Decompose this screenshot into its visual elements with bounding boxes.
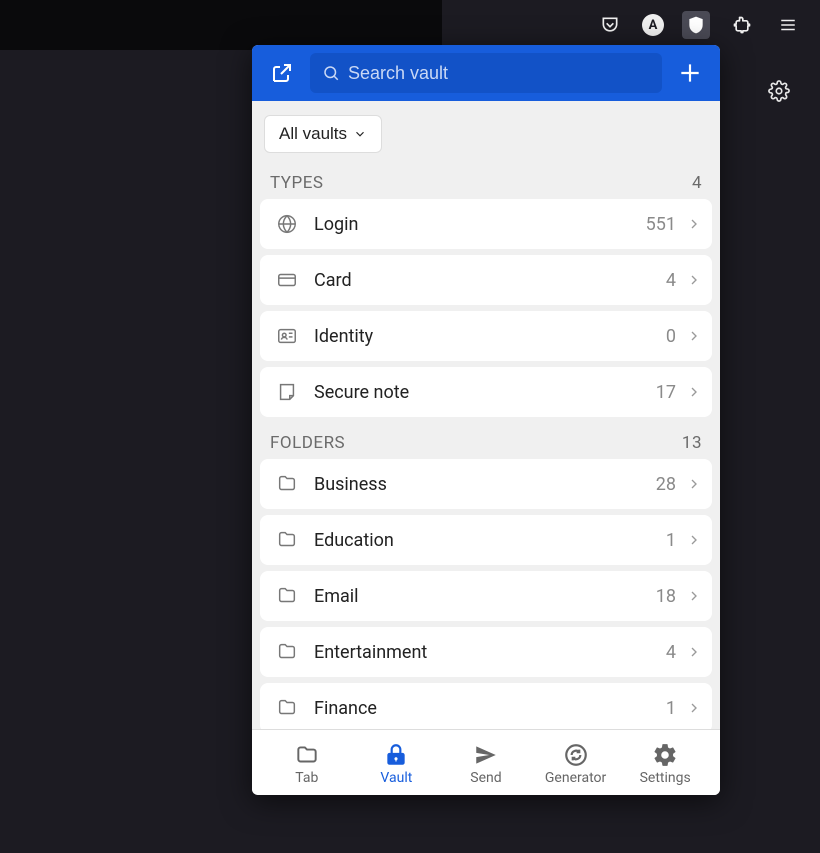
- folders-header-label: FOLDERS: [270, 433, 345, 453]
- nav-label: Tab: [295, 770, 318, 786]
- types-section-header: TYPES 4: [252, 163, 720, 199]
- vault-filter-label: All vaults: [279, 124, 347, 144]
- row-count: 0: [666, 326, 676, 347]
- lock-icon: [383, 742, 409, 768]
- row-label: Login: [314, 214, 646, 235]
- row-label: Entertainment: [314, 642, 666, 663]
- folders-list: Business 28 Education 1 Email 18 Enterta…: [252, 459, 720, 729]
- row-label: Finance: [314, 698, 666, 719]
- folder-icon: [274, 583, 300, 609]
- nav-send[interactable]: Send: [441, 742, 531, 786]
- row-count: 1: [666, 530, 676, 551]
- popup-body: All vaults TYPES 4 Login 551: [252, 101, 720, 729]
- row-count: 4: [666, 270, 676, 291]
- letter-a-icon[interactable]: A: [642, 14, 664, 36]
- globe-icon: [274, 211, 300, 237]
- nav-label: Vault: [380, 770, 412, 786]
- extensions-icon[interactable]: [728, 11, 756, 39]
- chevron-right-icon: [686, 476, 702, 492]
- row-label: Education: [314, 530, 666, 551]
- browser-tab-bar: [0, 0, 442, 50]
- gear-icon: [652, 742, 678, 768]
- chevron-right-icon: [686, 384, 702, 400]
- search-icon: [322, 64, 340, 82]
- chevron-right-icon: [686, 700, 702, 716]
- row-count: 28: [656, 474, 676, 495]
- nav-label: Generator: [545, 770, 606, 786]
- search-input[interactable]: [348, 63, 650, 84]
- folder-icon: [274, 695, 300, 721]
- chevron-right-icon: [686, 532, 702, 548]
- vault-filter-dropdown[interactable]: All vaults: [264, 115, 382, 153]
- type-row-secure-note[interactable]: Secure note 17: [260, 367, 712, 417]
- folders-section-header: FOLDERS 13: [252, 423, 720, 459]
- folder-row[interactable]: Finance 1: [260, 683, 712, 729]
- identity-icon: [274, 323, 300, 349]
- folder-row[interactable]: Entertainment 4: [260, 627, 712, 677]
- folder-row[interactable]: Education 1: [260, 515, 712, 565]
- types-header-label: TYPES: [270, 173, 323, 193]
- nav-settings[interactable]: Settings: [620, 742, 710, 786]
- row-count: 18: [656, 586, 676, 607]
- chevron-right-icon: [686, 272, 702, 288]
- row-label: Identity: [314, 326, 666, 347]
- nav-label: Send: [470, 770, 501, 786]
- row-count: 17: [656, 382, 676, 403]
- note-icon: [274, 379, 300, 405]
- card-icon: [274, 267, 300, 293]
- row-label: Business: [314, 474, 656, 495]
- folder-icon: [274, 471, 300, 497]
- type-row-identity[interactable]: Identity 0: [260, 311, 712, 361]
- row-label: Secure note: [314, 382, 656, 403]
- type-row-login[interactable]: Login 551: [260, 199, 712, 249]
- bitwarden-popup: All vaults TYPES 4 Login 551: [252, 45, 720, 795]
- chevron-right-icon: [686, 328, 702, 344]
- types-list: Login 551 Card 4 Identity 0: [252, 199, 720, 417]
- hamburger-menu-icon[interactable]: [774, 11, 802, 39]
- type-row-card[interactable]: Card 4: [260, 255, 712, 305]
- folder-row[interactable]: Email 18: [260, 571, 712, 621]
- browser-toolbar: A: [596, 0, 820, 50]
- page-settings-icon[interactable]: [768, 80, 792, 104]
- types-header-count: 4: [692, 173, 702, 193]
- nav-label: Settings: [640, 770, 691, 786]
- filter-row: All vaults: [252, 101, 720, 163]
- folder-tab-icon: [294, 742, 320, 768]
- send-icon: [473, 742, 499, 768]
- folder-icon: [274, 527, 300, 553]
- row-count: 4: [666, 642, 676, 663]
- row-count: 551: [646, 214, 676, 235]
- popup-header: [252, 45, 720, 101]
- folders-header-count: 13: [682, 433, 702, 453]
- search-field[interactable]: [310, 53, 662, 93]
- row-label: Card: [314, 270, 666, 291]
- folder-row[interactable]: Business 28: [260, 459, 712, 509]
- nav-generator[interactable]: Generator: [531, 742, 621, 786]
- popout-button[interactable]: [266, 57, 298, 89]
- chevron-right-icon: [686, 588, 702, 604]
- bitwarden-extension-icon[interactable]: [682, 11, 710, 39]
- folder-icon: [274, 639, 300, 665]
- nav-tab[interactable]: Tab: [262, 742, 352, 786]
- bottom-nav: Tab Vault Send Generator Settings: [252, 729, 720, 795]
- row-label: Email: [314, 586, 656, 607]
- refresh-icon: [563, 742, 589, 768]
- chevron-right-icon: [686, 644, 702, 660]
- chevron-right-icon: [686, 216, 702, 232]
- row-count: 1: [666, 698, 676, 719]
- nav-vault[interactable]: Vault: [352, 742, 442, 786]
- chevron-down-icon: [353, 127, 367, 141]
- pocket-icon[interactable]: [596, 11, 624, 39]
- add-item-button[interactable]: [674, 57, 706, 89]
